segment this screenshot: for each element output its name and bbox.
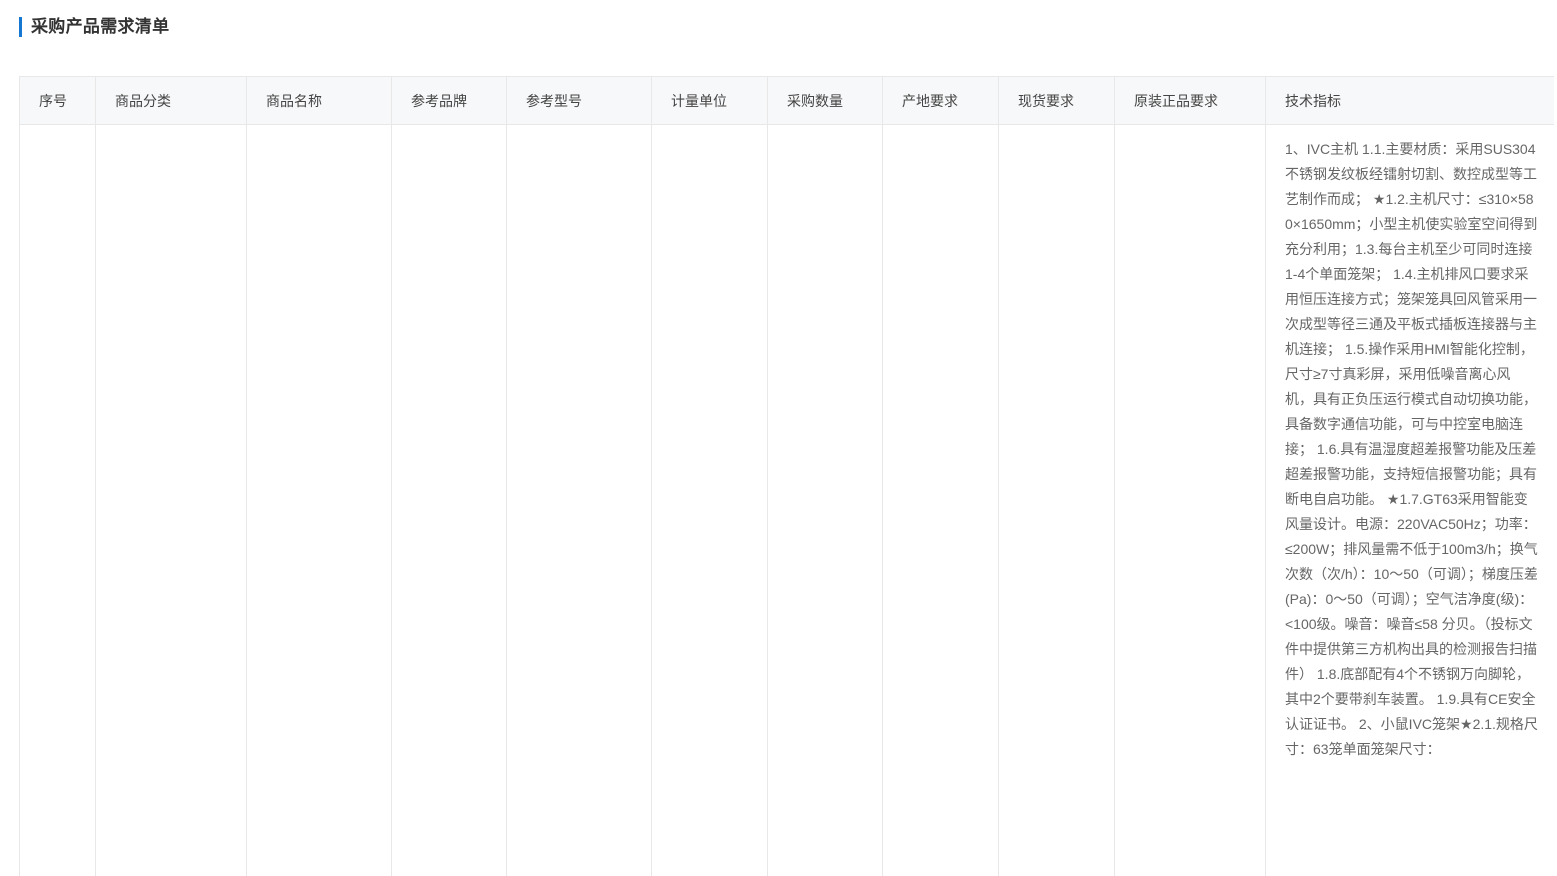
requirements-table-container[interactable]: 序号 商品分类 商品名称 参考品牌 参考型号 计量单位 采购数量 产地要求 现货… [19,76,1554,876]
column-header-index: 序号 [20,77,96,125]
cell-quantity [768,125,883,876]
column-header-unit: 计量单位 [652,77,768,125]
column-header-quantity: 采购数量 [768,77,883,125]
column-header-model: 参考型号 [507,77,652,125]
cell-category [96,125,247,876]
cell-unit [652,125,768,876]
column-header-spec: 技术指标 [1266,77,1555,125]
section-accent-bar [19,17,22,37]
cell-origin [883,125,999,876]
requirements-table: 序号 商品分类 商品名称 参考品牌 参考型号 计量单位 采购数量 产地要求 现货… [19,76,1554,876]
cell-genuine [1115,125,1266,876]
column-header-brand: 参考品牌 [392,77,507,125]
table-row: 1、IVC主机 1.1.主要材质：采用SUS304不锈钢发纹板经镭射切割、数控成… [20,125,1555,876]
column-header-name: 商品名称 [247,77,392,125]
table-header-row: 序号 商品分类 商品名称 参考品牌 参考型号 计量单位 采购数量 产地要求 现货… [20,77,1555,125]
cell-spec: 1、IVC主机 1.1.主要材质：采用SUS304不锈钢发纹板经镭射切割、数控成… [1266,125,1555,876]
column-header-origin: 产地要求 [883,77,999,125]
cell-stock [999,125,1115,876]
cell-index [20,125,96,876]
column-header-genuine: 原装正品要求 [1115,77,1266,125]
cell-name [247,125,392,876]
column-header-stock: 现货要求 [999,77,1115,125]
cell-model [507,125,652,876]
cell-brand [392,125,507,876]
section-title: 采购产品需求清单 [31,17,169,37]
column-header-category: 商品分类 [96,77,247,125]
section-header: 采购产品需求清单 [19,17,169,37]
